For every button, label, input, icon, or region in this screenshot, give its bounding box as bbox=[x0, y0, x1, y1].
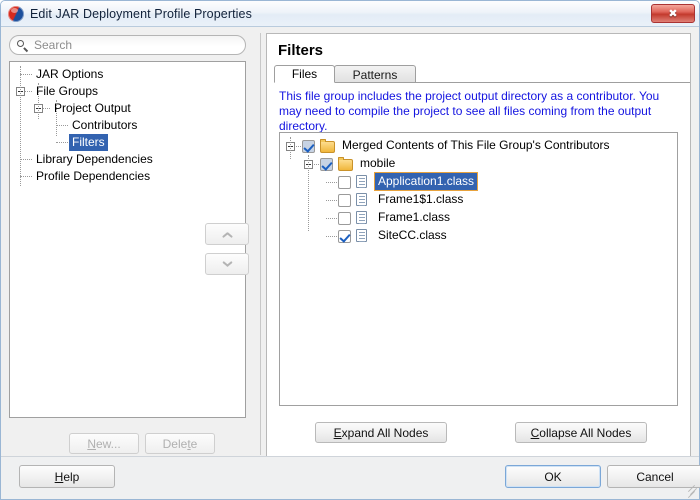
dialog-window: Edit JAR Deployment Profile Properties ✖… bbox=[0, 0, 700, 500]
tree-connector bbox=[326, 236, 337, 237]
help-button[interactable]: Help bbox=[19, 465, 115, 488]
tree-connector bbox=[326, 218, 337, 219]
close-icon[interactable]: ✖ bbox=[651, 4, 695, 23]
search-input[interactable] bbox=[34, 38, 224, 52]
tree-spine bbox=[56, 100, 57, 136]
expand-all-nodes-label: Expand All Nodes bbox=[333, 425, 429, 440]
file-tree-row[interactable]: mobile bbox=[280, 155, 677, 172]
move-down-button[interactable] bbox=[205, 253, 249, 275]
tab-patterns[interactable]: Patterns bbox=[334, 65, 416, 83]
chevron-down-icon bbox=[222, 261, 233, 268]
checkbox[interactable] bbox=[338, 212, 351, 225]
file-tree-label: Frame1.class bbox=[378, 210, 451, 224]
sidebar-item-label: File Groups bbox=[36, 84, 99, 98]
filters-panel: Filters Files Patterns This file group in… bbox=[266, 33, 691, 457]
ok-button-label: OK bbox=[544, 469, 562, 484]
page-title: Filters bbox=[278, 42, 324, 59]
tree-connector bbox=[56, 125, 68, 126]
resize-grip[interactable] bbox=[685, 484, 698, 499]
jdeveloper-icon bbox=[8, 5, 24, 22]
sidebar-item-library-dependencies[interactable]: Library Dependencies bbox=[10, 151, 245, 168]
checkbox[interactable] bbox=[302, 140, 315, 153]
file-tree-row[interactable]: Frame1$1.class bbox=[280, 191, 677, 208]
file-tree-row[interactable]: Frame1.class bbox=[280, 209, 677, 226]
tree-spine bbox=[20, 66, 21, 186]
file-icon bbox=[356, 175, 367, 188]
tab-underline bbox=[274, 82, 690, 83]
dialog-footer: Help OK Cancel bbox=[1, 456, 700, 499]
folder-icon bbox=[320, 139, 335, 153]
delete-button[interactable]: Delete bbox=[145, 433, 215, 454]
tree-connector bbox=[20, 176, 32, 177]
file-tree-row[interactable]: Application1.class bbox=[280, 173, 677, 190]
tree-spine bbox=[38, 83, 39, 119]
tree-connector bbox=[20, 74, 32, 75]
chevron-up-icon bbox=[222, 231, 233, 238]
tree-connector bbox=[56, 142, 68, 143]
folder-icon bbox=[338, 157, 353, 171]
dialog-content: JAR Options File Groups Project Output Cont… bbox=[1, 27, 700, 499]
sidebar-item-label: Profile Dependencies bbox=[36, 169, 151, 183]
checkbox[interactable] bbox=[338, 176, 351, 189]
pane-divider bbox=[260, 33, 261, 455]
sidebar-item-project-output[interactable]: Project Output bbox=[10, 100, 245, 117]
tab-files[interactable]: Files bbox=[274, 65, 335, 83]
sidebar-item-label: Filters bbox=[69, 134, 108, 151]
file-icon bbox=[356, 193, 367, 206]
expand-all-nodes-button[interactable]: Expand All Nodes bbox=[315, 422, 447, 443]
file-tree[interactable]: Merged Contents of This File Group's Con… bbox=[279, 132, 678, 406]
sidebar-item-profile-dependencies[interactable]: Profile Dependencies bbox=[10, 168, 245, 185]
title-bar[interactable]: Edit JAR Deployment Profile Properties ✖ bbox=[1, 1, 699, 27]
sidebar-item-jar-options[interactable]: JAR Options bbox=[10, 66, 245, 83]
tree-connector bbox=[326, 200, 337, 201]
tab-strip: Files Patterns bbox=[274, 65, 690, 83]
file-tree-label: Merged Contents of This File Group's Con… bbox=[342, 138, 610, 152]
tree-connector bbox=[20, 159, 32, 160]
search-icon bbox=[16, 39, 29, 52]
collapse-all-nodes-button[interactable]: Collapse All Nodes bbox=[515, 422, 647, 443]
sidebar-item-label: JAR Options bbox=[36, 67, 104, 81]
file-tree-label: Frame1$1.class bbox=[378, 192, 464, 206]
file-icon bbox=[356, 211, 367, 224]
navigation-pane: JAR Options File Groups Project Output Cont… bbox=[9, 35, 254, 454]
checkbox[interactable] bbox=[338, 194, 351, 207]
file-tree-label: Application1.class bbox=[375, 173, 478, 190]
tree-connector bbox=[326, 182, 337, 183]
sidebar-item-file-groups[interactable]: File Groups bbox=[10, 83, 245, 100]
ok-button[interactable]: OK bbox=[505, 465, 601, 488]
checkbox[interactable] bbox=[338, 230, 351, 243]
collapse-all-nodes-label: Collapse All Nodes bbox=[530, 425, 632, 440]
sidebar-item-label: Project Output bbox=[54, 101, 131, 115]
checkbox[interactable] bbox=[320, 158, 333, 171]
file-tree-row[interactable]: SiteCC.class bbox=[280, 227, 677, 244]
search-box[interactable] bbox=[9, 35, 246, 55]
sidebar-item-contributors[interactable]: Contributors bbox=[10, 117, 245, 134]
new-button-label: New... bbox=[87, 436, 121, 451]
panel-description: This file group includes the project out… bbox=[279, 89, 660, 133]
help-button-label: Help bbox=[54, 469, 80, 484]
file-tree-label: mobile bbox=[360, 156, 396, 170]
file-tree-label: SiteCC.class bbox=[378, 228, 447, 242]
cancel-button-label: Cancel bbox=[636, 469, 674, 484]
sidebar-item-label: Library Dependencies bbox=[36, 152, 153, 166]
window-title: Edit JAR Deployment Profile Properties bbox=[30, 6, 252, 21]
tree-spine bbox=[308, 155, 309, 231]
file-tree-row[interactable]: Merged Contents of This File Group's Con… bbox=[280, 137, 677, 154]
delete-button-label: Delete bbox=[162, 436, 198, 451]
sidebar-item-filters[interactable]: Filters bbox=[10, 134, 245, 151]
tree-spine bbox=[290, 137, 291, 159]
new-button[interactable]: New... bbox=[69, 433, 139, 454]
file-icon bbox=[356, 229, 367, 242]
sidebar-item-label: Contributors bbox=[72, 118, 138, 132]
move-up-button[interactable] bbox=[205, 223, 249, 245]
